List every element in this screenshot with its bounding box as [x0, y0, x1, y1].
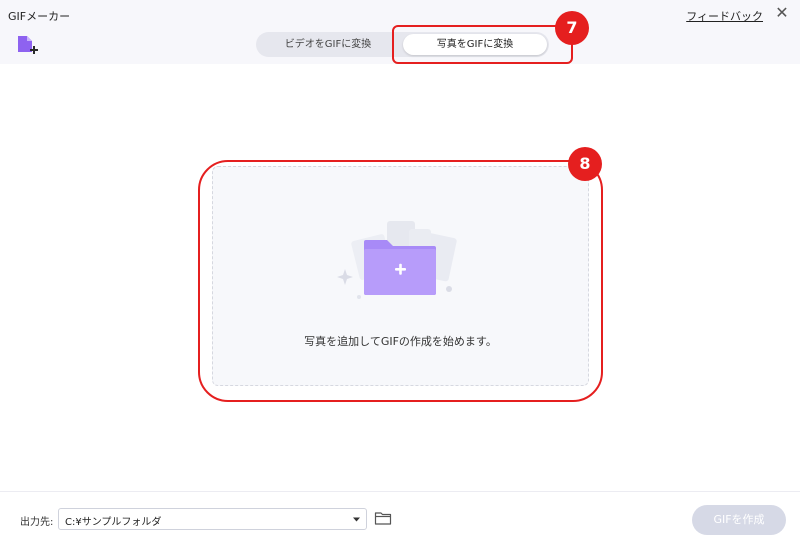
annotation-badge-8: 8 — [568, 147, 602, 181]
tab-video-to-gif[interactable]: ビデオをGIFに変換 — [258, 34, 398, 55]
annotation-badge-7: 7 — [555, 11, 589, 45]
output-location-select[interactable]: C:¥サンプルフォルダ — [58, 508, 367, 530]
add-file-icon — [18, 36, 38, 54]
output-location-value: C:¥サンプルフォルダ — [65, 517, 162, 528]
annotation-highlight-7 — [392, 25, 573, 64]
output-location-label: 出力先: — [20, 517, 54, 528]
close-button[interactable]: ✕ — [774, 4, 790, 22]
folder-icon — [374, 512, 392, 525]
browse-folder-button[interactable] — [374, 510, 392, 526]
chevron-down-icon — [353, 517, 360, 522]
add-file-button[interactable] — [16, 34, 40, 58]
app-title: GIFメーカー — [8, 10, 71, 23]
annotation-highlight-8 — [198, 160, 603, 402]
footer-divider — [0, 491, 800, 492]
create-gif-button[interactable]: GIFを作成 — [692, 505, 786, 535]
feedback-link[interactable]: フィードバック — [686, 8, 763, 24]
